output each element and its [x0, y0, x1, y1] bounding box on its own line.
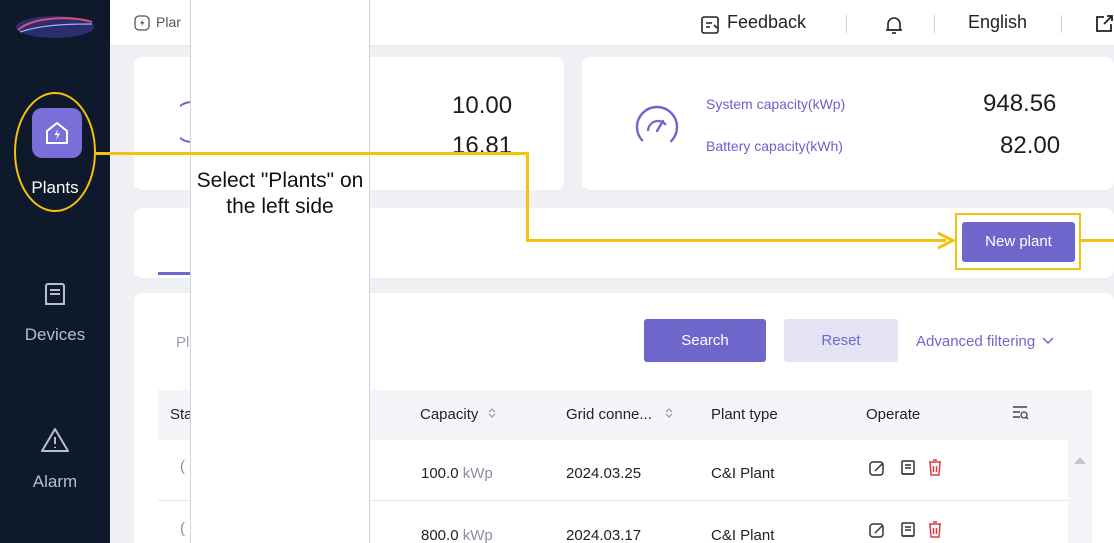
plant-type-cell: C&I Plant — [711, 465, 775, 482]
capacity-cell: 100.0 kWp — [421, 465, 493, 482]
battery-capacity-value: 82.00 — [1000, 132, 1061, 159]
reset-button[interactable]: Reset — [784, 319, 898, 362]
system-capacity-value: 948.56 — [983, 90, 1057, 117]
status-icon-partial: ( — [180, 458, 185, 475]
column-header-grid-connection[interactable]: Grid conne... — [566, 406, 674, 423]
plant-icon — [134, 15, 150, 31]
arrow-head-icon — [937, 231, 956, 250]
capacity-value: 100.0 — [421, 465, 459, 482]
connector-line — [526, 152, 529, 242]
tutorial-instruction: Select "Plants" on the left side — [196, 169, 364, 218]
advanced-filtering-link[interactable]: Advanced filtering — [916, 333, 1054, 350]
device-icon[interactable] — [899, 521, 917, 539]
plant-type-cell: C&I Plant — [711, 527, 775, 543]
sidebar-item-alarm[interactable]: Alarm — [0, 472, 110, 492]
plant-name-filter[interactable]: Pl — [176, 334, 189, 351]
device-icon[interactable] — [899, 459, 917, 477]
column-header-plant-type: Plant type — [711, 406, 778, 423]
feedback-link[interactable]: Feedback — [727, 12, 806, 33]
status-icon-partial: ( — [180, 520, 185, 537]
capacity-unit: kWp — [462, 465, 493, 482]
breadcrumb[interactable]: Plar — [156, 14, 181, 30]
language-selector[interactable]: English — [968, 12, 1027, 33]
device-icon[interactable] — [42, 282, 68, 308]
divider — [934, 15, 935, 33]
highlight-ring — [14, 92, 96, 212]
edit-icon[interactable] — [868, 459, 886, 477]
feedback-icon[interactable] — [700, 15, 720, 35]
tutorial-callout-panel — [190, 0, 370, 543]
grid-header-label: Grid conne... — [566, 406, 652, 423]
sort-icon[interactable] — [487, 407, 497, 419]
connector-line — [1081, 239, 1114, 242]
capacity-header-label: Capacity — [420, 406, 479, 423]
edit-icon[interactable] — [868, 521, 886, 539]
delete-icon[interactable] — [926, 458, 944, 477]
app-root: Plar Feedback English 10.00 16.81 System… — [0, 0, 1114, 543]
connector-line — [526, 239, 946, 242]
battery-capacity-label: Battery capacity(kWh) — [706, 138, 843, 154]
column-header-capacity[interactable]: Capacity — [420, 406, 497, 423]
divider — [1061, 15, 1062, 33]
sidebar — [0, 0, 110, 543]
chevron-down-icon — [1042, 337, 1054, 345]
sidebar-item-devices[interactable]: Devices — [0, 325, 110, 345]
column-header-operate: Operate — [866, 406, 921, 423]
bell-icon[interactable] — [884, 14, 904, 36]
delete-icon[interactable] — [926, 520, 944, 539]
external-link-icon[interactable] — [1094, 14, 1114, 34]
capacity-unit: kWp — [462, 527, 493, 543]
search-button[interactable]: Search — [644, 319, 766, 362]
gauge-icon — [635, 105, 679, 149]
column-settings-icon[interactable] — [1012, 405, 1030, 421]
stat-value: 10.00 — [452, 92, 513, 119]
highlight-frame — [955, 213, 1081, 270]
scroll-up-icon[interactable] — [1073, 455, 1087, 465]
advanced-filtering-label: Advanced filtering — [916, 333, 1036, 350]
system-capacity-label: System capacity(kWp) — [706, 96, 846, 112]
capacity-value: 800.0 — [421, 527, 459, 543]
alarm-icon[interactable] — [40, 426, 70, 454]
divider — [846, 15, 847, 33]
capacity-cell: 800.0 kWp — [421, 527, 493, 543]
sort-icon[interactable] — [664, 407, 674, 419]
connector-line — [96, 152, 528, 155]
brand-logo — [16, 16, 94, 38]
grid-date-cell: 2024.03.17 — [566, 527, 642, 543]
grid-date-cell: 2024.03.25 — [566, 465, 642, 482]
